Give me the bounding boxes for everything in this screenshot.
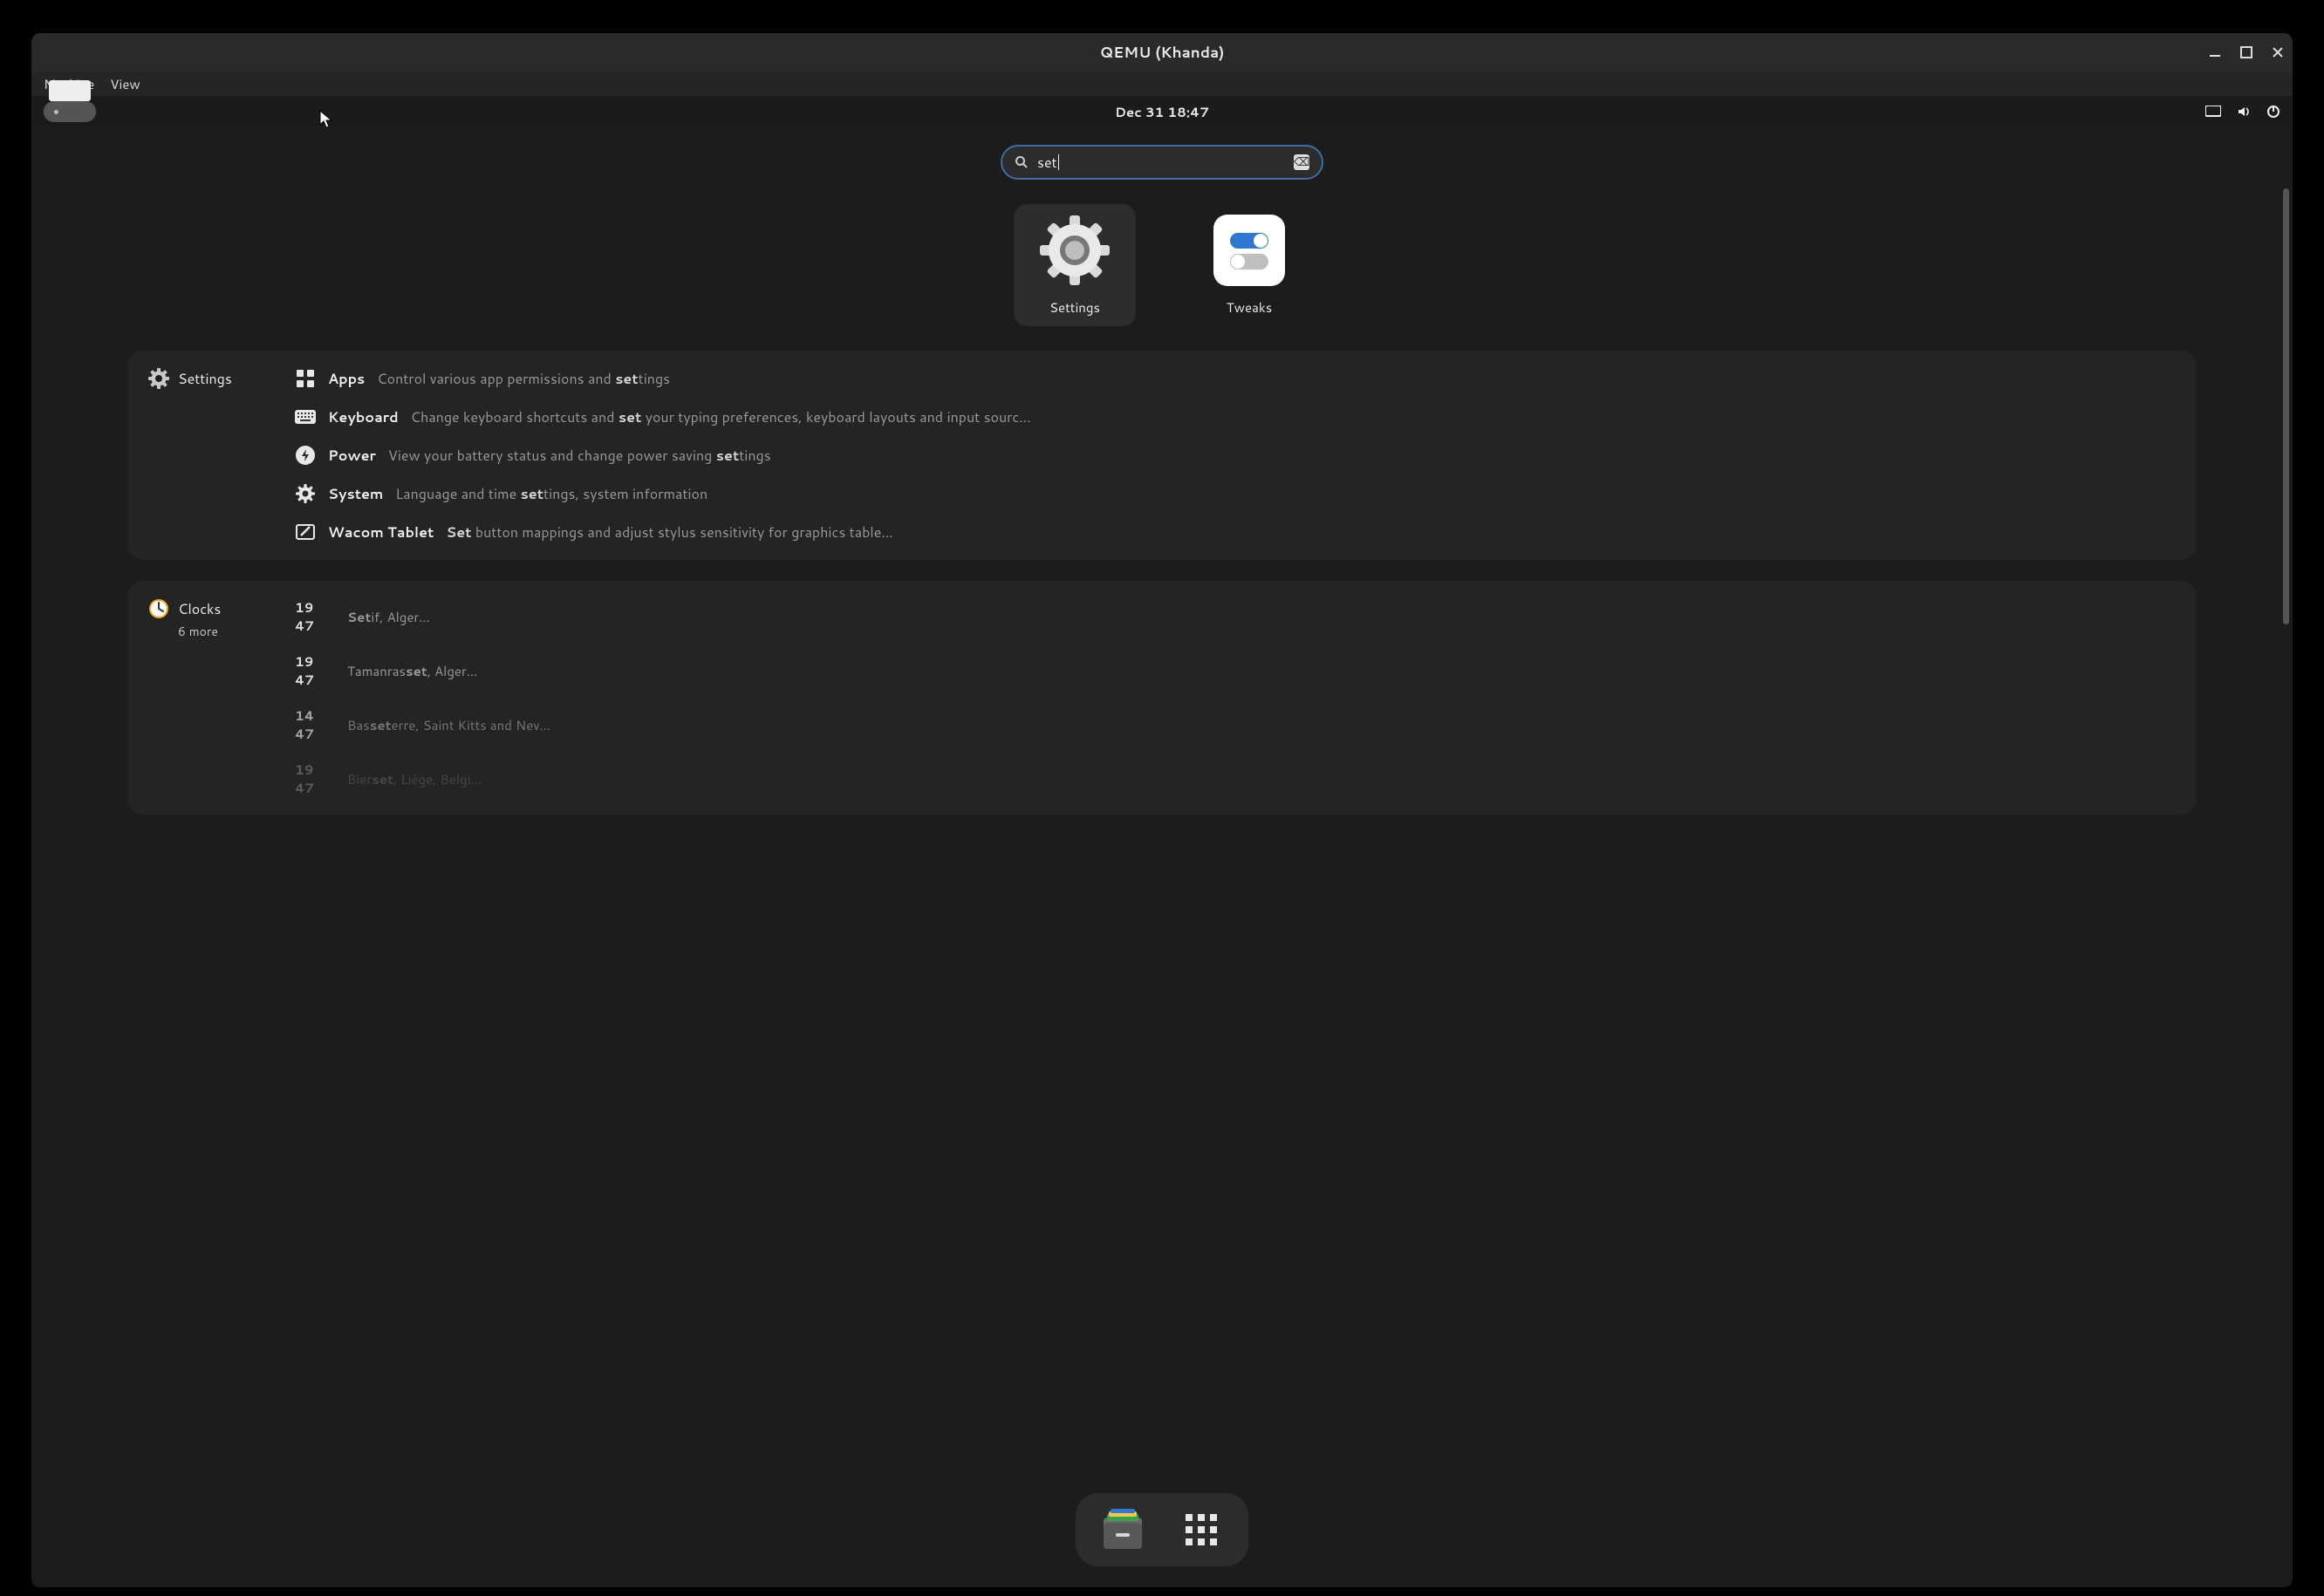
scrollbar[interactable] [2283, 188, 2289, 624]
menu-view[interactable]: View [110, 75, 140, 93]
gear-icon [148, 368, 169, 389]
tablet-icon [295, 522, 316, 542]
clocks-results-card: Clocks 6 more 19 47 Setif, Alger… 19 47 … [127, 581, 2197, 815]
provider-more[interactable]: 6 more [178, 623, 218, 640]
tweaks-icon [1213, 215, 1285, 286]
provider-title: Settings [178, 369, 232, 389]
close-button[interactable] [2272, 46, 2284, 58]
clocks-row[interactable]: 19 47 Tamanrasset, Alger… [295, 652, 2176, 689]
dash [1076, 1493, 1248, 1566]
app-label: Tweaks [1227, 298, 1272, 317]
clocks-row[interactable]: 14 47 Basseterre, Saint Kitts and Nev… [295, 706, 2176, 743]
keyboard-icon [295, 406, 316, 427]
fade-overlay [31, 1352, 2293, 1474]
volume-icon[interactable] [2237, 105, 2251, 119]
search-input[interactable]: set ⌫ [1001, 145, 1323, 180]
settings-icon [1039, 215, 1111, 286]
minimize-button[interactable] [2209, 46, 2221, 58]
qemu-title: QEMU (Khanda) [1100, 42, 1225, 63]
clocks-row[interactable]: 19 47 Bierset, Liège, Belgi… [295, 760, 2176, 797]
provider-title: Clocks [178, 599, 221, 619]
qemu-titlebar: QEMU (Khanda) [31, 33, 2293, 72]
app-label: Settings [1049, 298, 1100, 317]
settings-row-power[interactable]: Power View your battery status and chang… [295, 445, 2176, 466]
clock-icon [148, 598, 169, 619]
maximize-button[interactable] [2240, 46, 2252, 58]
power-icon[interactable] [2266, 105, 2280, 119]
clock-label[interactable]: Dec 31 18:47 [1115, 103, 1209, 121]
app-results: Settings Tweaks [31, 204, 2293, 326]
settings-row-apps[interactable]: Apps Control various app permissions and… [295, 368, 2176, 389]
app-tile-settings[interactable]: Settings [1014, 204, 1136, 326]
settings-row-system[interactable]: System Language and time settings, syste… [295, 483, 2176, 504]
search-text: set [1037, 153, 1285, 173]
gnome-top-bar: Dec 31 18:47 [31, 96, 2293, 127]
power-icon [295, 445, 316, 466]
dash-show-apps[interactable] [1175, 1504, 1227, 1556]
qemu-window: QEMU (Khanda) Machine View Dec 31 18:47 [31, 33, 2293, 1587]
gnome-overview: set ⌫ [31, 127, 2293, 1587]
dash-files[interactable] [1097, 1504, 1149, 1556]
qemu-menubar: Machine View [31, 72, 2293, 96]
settings-row-wacom[interactable]: Wacom Tablet Set button mappings and adj… [295, 522, 2176, 542]
grid-icon [295, 368, 316, 389]
settings-results-card: Settings Apps Control various app permis… [127, 351, 2197, 560]
clocks-row[interactable]: 19 47 Setif, Alger… [295, 598, 2176, 635]
screen-icon[interactable] [2205, 106, 2221, 118]
clear-search-button[interactable]: ⌫ [1294, 154, 1309, 170]
settings-row-keyboard[interactable]: Keyboard Change keyboard shortcuts and s… [295, 406, 2176, 427]
app-tile-tweaks[interactable]: Tweaks [1188, 204, 1310, 326]
gear-icon [295, 483, 316, 504]
search-icon [1015, 155, 1029, 169]
settings-items: Apps Control various app permissions and… [295, 368, 2176, 542]
activities-button[interactable] [44, 101, 96, 122]
status-area[interactable] [2205, 96, 2280, 127]
clocks-items: 19 47 Setif, Alger… 19 47 Tamanrasset, A… [295, 598, 2176, 797]
